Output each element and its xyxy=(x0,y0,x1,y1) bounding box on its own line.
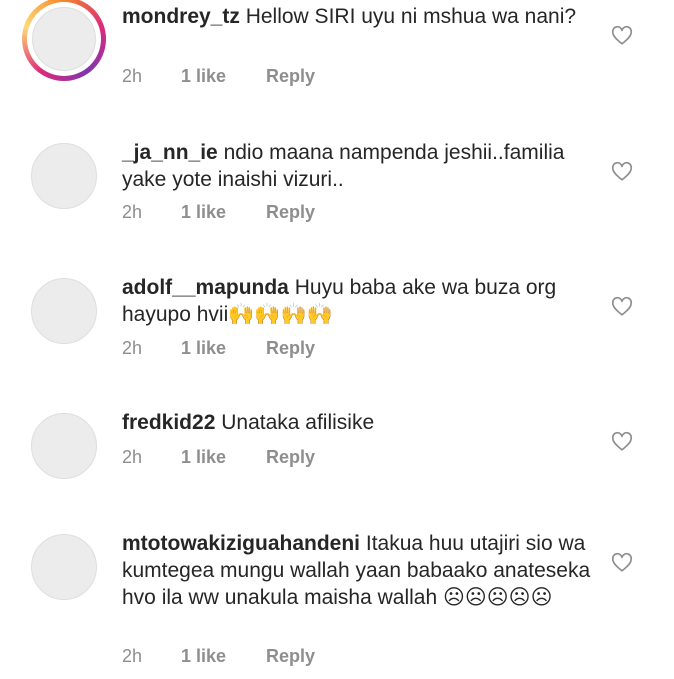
comment-username[interactable]: mondrey_tz xyxy=(122,5,240,28)
heart-outline-icon[interactable] xyxy=(611,296,633,318)
avatar[interactable] xyxy=(31,534,97,600)
reply-button[interactable]: Reply xyxy=(266,447,315,468)
comment-text: Hellow SIRI uyu ni mshua wa nani? xyxy=(245,5,577,28)
comment-body: mtotowakiziguahandeni Itakua huu utajiri… xyxy=(122,530,592,611)
comment-likes[interactable]: 1 like xyxy=(181,66,226,87)
comment-body: fredkid22 Unataka afilisike xyxy=(122,409,592,436)
comment-username[interactable]: adolf__mapunda xyxy=(122,276,289,299)
comment-likes[interactable]: 1 like xyxy=(181,338,226,359)
heart-outline-icon[interactable] xyxy=(611,25,633,47)
comment-likes[interactable]: 1 like xyxy=(181,447,226,468)
heart-outline-icon[interactable] xyxy=(611,161,633,183)
comment-username[interactable]: _ja_nn_ie xyxy=(122,141,218,164)
story-ring[interactable] xyxy=(22,0,106,81)
comment-time: 2h xyxy=(122,447,143,467)
comment-body: adolf__mapunda Huyu baba ake wa buza org… xyxy=(122,274,592,328)
comment-body: mondrey_tz Hellow SIRI uyu ni mshua wa n… xyxy=(122,3,592,30)
comment-time: 2h xyxy=(122,646,143,666)
comment-body: _ja_nn_ie ndio maana nampenda jeshii..fa… xyxy=(122,139,592,193)
avatar[interactable] xyxy=(31,413,97,479)
reply-button[interactable]: Reply xyxy=(266,66,315,87)
heart-outline-icon[interactable] xyxy=(611,552,633,574)
avatar[interactable] xyxy=(31,278,97,344)
heart-outline-icon[interactable] xyxy=(611,431,633,453)
comment-time: 2h xyxy=(122,338,143,358)
reply-button[interactable]: Reply xyxy=(266,338,315,359)
comment-time: 2h xyxy=(122,66,143,86)
reply-button[interactable]: Reply xyxy=(266,202,315,223)
comment-username[interactable]: mtotowakiziguahandeni xyxy=(122,532,360,555)
avatar[interactable] xyxy=(31,143,97,209)
reply-button[interactable]: Reply xyxy=(266,646,315,667)
comment-time: 2h xyxy=(122,202,143,222)
comment-text: Unataka afilisike xyxy=(221,411,375,434)
comment-likes[interactable]: 1 like xyxy=(181,646,226,667)
comment-username[interactable]: fredkid22 xyxy=(122,411,215,434)
avatar[interactable] xyxy=(32,7,96,71)
comment-likes[interactable]: 1 like xyxy=(181,202,226,223)
